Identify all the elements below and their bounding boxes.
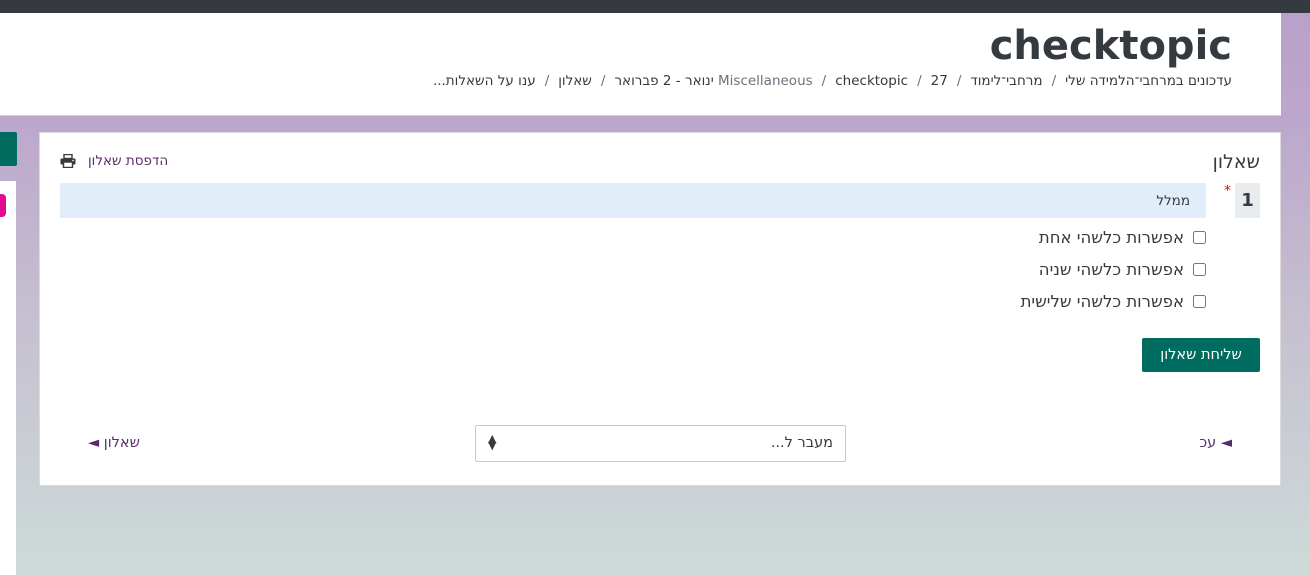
- breadcrumb-separator: /: [821, 73, 827, 89]
- printer-icon: [60, 154, 76, 168]
- breadcrumb-item-current: ענו על השאלות...: [432, 73, 536, 89]
- print-survey-label: הדפסת שאלון: [88, 153, 169, 169]
- survey-heading: שאלון: [1212, 151, 1260, 173]
- question-number: 1: [1235, 183, 1260, 218]
- breadcrumb-item-course[interactable]: checktopic: [835, 73, 908, 89]
- option-2-label: אפשרות כלשהי שניה: [1038, 260, 1184, 279]
- required-icon: *: [1224, 183, 1231, 199]
- next-activity-link[interactable]: שאלון ◄: [88, 435, 140, 451]
- option-2-checkbox[interactable]: [1193, 263, 1206, 276]
- previous-activity-link[interactable]: ◄ עכ: [1199, 435, 1232, 451]
- option-1-label: אפשרות כלשהי אחת: [1038, 228, 1184, 247]
- option-1[interactable]: אפשרות כלשהי אחת: [1039, 228, 1206, 247]
- breadcrumb-separator: /: [917, 73, 922, 89]
- option-3-label: אפשרות כלשהי שלישית: [1020, 292, 1184, 311]
- submit-survey-button[interactable]: שליחת שאלון: [1142, 338, 1260, 372]
- breadcrumb-separator: /: [544, 73, 550, 89]
- breadcrumb-item-category[interactable]: Miscellaneous: [718, 73, 813, 89]
- jump-to-select[interactable]: מעבר ל... ▲ ▼: [475, 425, 846, 462]
- breadcrumb-item-my-updates[interactable]: עדכונים במרחבי־הלמידה שלי: [1065, 73, 1232, 89]
- breadcrumb-separator: /: [956, 73, 962, 89]
- breadcrumb-separator: /: [600, 73, 606, 89]
- drawer-toggle-button[interactable]: [0, 132, 17, 166]
- select-arrows-icon: ▲ ▼: [488, 432, 497, 452]
- page-title: checktopic: [989, 23, 1232, 69]
- survey-card: שאלון הדפסת שאלון 1 * ממלל אפשרות כלשהי …: [39, 132, 1281, 486]
- option-2[interactable]: אפשרות כלשהי שניה: [1039, 260, 1206, 279]
- breadcrumb-item-courses[interactable]: מרחבי־לימוד: [970, 73, 1042, 89]
- page-header: checktopic עדכונים במרחבי־הלמידה שלי / מרח…: [0, 13, 1281, 116]
- jump-to-value: מעבר ל...: [770, 435, 833, 451]
- breadcrumb-item-activity[interactable]: שאלון: [558, 73, 592, 89]
- breadcrumb: עדכונים במרחבי־הלמידה שלי / מרחבי־לימוד / Mi…: [433, 73, 1232, 89]
- option-1-checkbox[interactable]: [1193, 231, 1206, 244]
- option-3[interactable]: אפשרות כלשהי שלישית: [1021, 292, 1206, 311]
- print-survey-link[interactable]: הדפסת שאלון: [60, 153, 168, 169]
- top-navbar: [0, 0, 1310, 13]
- option-3-checkbox[interactable]: [1193, 295, 1206, 308]
- accessibility-tab[interactable]: [0, 194, 6, 217]
- breadcrumb-separator: /: [1051, 73, 1057, 89]
- left-drawer-panel: [0, 181, 16, 575]
- question-text: ממלל: [60, 183, 1206, 218]
